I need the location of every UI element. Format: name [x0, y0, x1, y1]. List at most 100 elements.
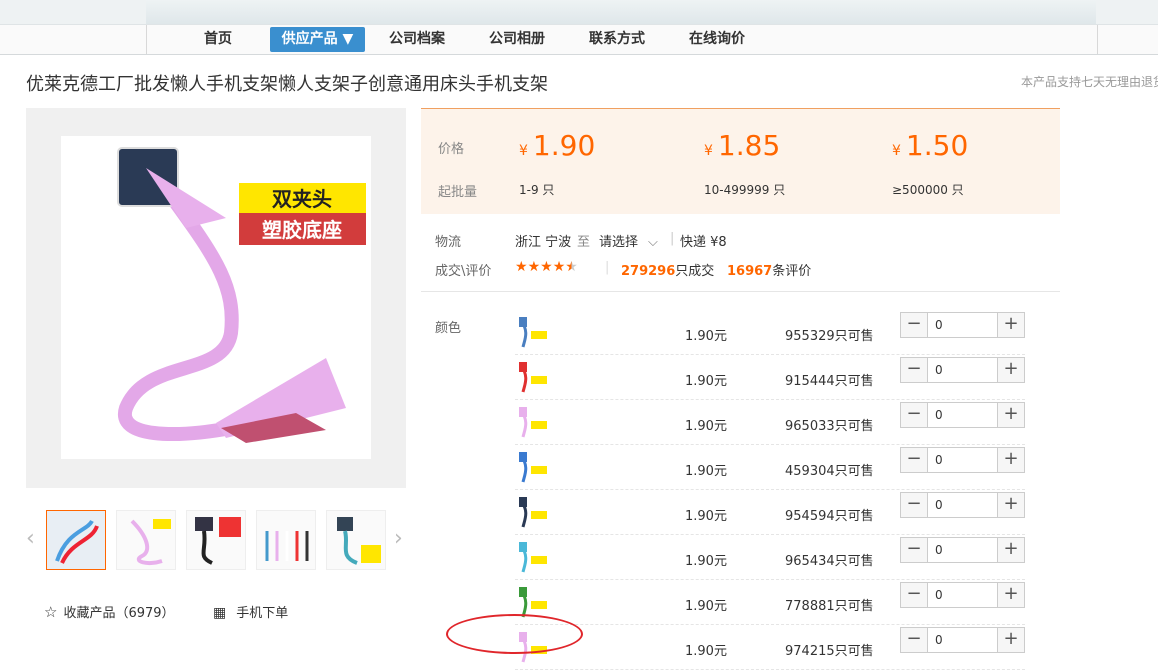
minus-icon[interactable]: −: [901, 583, 928, 607]
sku-price: 1.90元: [685, 509, 727, 524]
sku-price: 1.90元: [685, 554, 727, 569]
sku-thumbnail[interactable]: [515, 360, 551, 396]
divider: |: [670, 231, 675, 246]
minus-icon[interactable]: −: [901, 313, 928, 337]
price-tier-1: ¥1.90: [519, 129, 596, 162]
half-star-icon: ★: [565, 259, 578, 275]
quantity-stepper: −0 +: [900, 492, 1025, 518]
chevron-left-icon[interactable]: ‹: [26, 526, 35, 551]
quantity-input[interactable]: 0: [935, 543, 943, 557]
divider: |: [605, 260, 610, 275]
thumbnail-strip: ‹ ›: [26, 508, 416, 572]
star-icon: ★: [540, 259, 553, 275]
plus-icon[interactable]: +: [997, 628, 1024, 652]
favorite-label: 收藏产品（6979）: [63, 606, 175, 621]
sku-thumbnail[interactable]: [515, 495, 551, 531]
thumbnail[interactable]: [46, 510, 106, 570]
price-panel: 价格 起批量 ¥1.90 ¥1.85 ¥1.50 1-9 只 10-499999…: [421, 108, 1060, 214]
quantity-input[interactable]: 0: [935, 318, 943, 332]
sku-stock: 974215只可售: [785, 644, 874, 659]
minus-icon[interactable]: −: [901, 403, 928, 427]
sku-thumbnail[interactable]: [515, 405, 551, 441]
quantity-input[interactable]: 0: [935, 588, 943, 602]
range-tier-1: 1-9 只: [519, 183, 555, 197]
sku-stock: 778881只可售: [785, 599, 874, 614]
plus-icon[interactable]: +: [997, 493, 1024, 517]
sku-thumbnail[interactable]: [515, 540, 551, 576]
minus-icon[interactable]: −: [901, 358, 928, 382]
sku-price: 1.90元: [685, 329, 727, 344]
plus-icon[interactable]: +: [997, 403, 1024, 427]
plus-icon[interactable]: +: [997, 358, 1024, 382]
quantity-stepper: −0 +: [900, 447, 1025, 473]
minus-icon[interactable]: −: [901, 628, 928, 652]
nav-home[interactable]: 首页: [193, 25, 243, 54]
sku-thumbnail[interactable]: [515, 315, 551, 351]
chevron-down-icon: ⌵: [648, 235, 658, 250]
to-text: 至: [577, 235, 591, 250]
plus-icon[interactable]: +: [997, 313, 1024, 337]
sku-row: 1.90元 955329只可售 −0 +: [515, 309, 1025, 355]
quantity-input[interactable]: 0: [935, 408, 943, 422]
sku-stock: 915444只可售: [785, 374, 874, 389]
reviews-label: 成交\评价: [435, 264, 492, 279]
product-main-image[interactable]: 双夹头 塑胶底座: [26, 108, 406, 488]
star-icon: ★: [527, 259, 541, 275]
star-icon: ★: [552, 259, 566, 275]
origin-text: 浙江 宁波: [515, 235, 572, 250]
thumbnail[interactable]: [256, 510, 316, 570]
thumbnail[interactable]: [116, 510, 176, 570]
sku-row: 1.90元 965434只可售 −0 +: [515, 534, 1025, 580]
image-caption-2: 塑胶底座: [262, 218, 342, 242]
rating-stars: ★★★★★: [515, 259, 578, 275]
sku-stock: 955329只可售: [785, 329, 874, 344]
destination-select[interactable]: 请选择 ⌵: [599, 231, 658, 250]
plus-icon[interactable]: +: [997, 538, 1024, 562]
quantity-stepper: −0 +: [900, 582, 1025, 608]
sku-stock: 965434只可售: [785, 554, 874, 569]
sku-row: 1.90元 459304只可售 −0 +: [515, 444, 1025, 490]
main-nav: 首页 供应产品 ▼ 公司档案 公司相册 联系方式 在线询价: [0, 24, 1158, 55]
banner-image: [146, 0, 1096, 24]
minus-icon[interactable]: −: [901, 538, 928, 562]
qr-code-icon: ▦: [213, 605, 227, 621]
price-tier-2: ¥1.85: [704, 129, 781, 162]
minus-icon[interactable]: −: [901, 493, 928, 517]
thumbnail[interactable]: [326, 510, 386, 570]
sku-price: 1.90元: [685, 374, 727, 389]
quantity-input[interactable]: 0: [935, 633, 943, 647]
nav-inquiry[interactable]: 在线询价: [685, 25, 749, 54]
plus-icon[interactable]: +: [997, 583, 1024, 607]
top-banner: [0, 0, 1158, 24]
minus-icon[interactable]: −: [901, 448, 928, 472]
nav-company-profile[interactable]: 公司档案: [385, 25, 449, 54]
sku-row: 1.90元 778881只可售 −0 +: [515, 579, 1025, 625]
quantity-input[interactable]: 0: [935, 498, 943, 512]
logistics-label: 物流: [435, 235, 462, 250]
favorite-button[interactable]: ☆ 收藏产品（6979）: [44, 602, 175, 621]
sku-price: 1.90元: [685, 419, 727, 434]
sku-row: 1.90元 954594只可售 −0 +: [515, 489, 1025, 535]
image-caption-1: 双夹头: [272, 187, 332, 211]
quantity-input[interactable]: 0: [935, 363, 943, 377]
review-count[interactable]: 16967条评价: [727, 260, 811, 279]
range-tier-3: ≥500000 只: [892, 183, 964, 197]
plus-icon[interactable]: +: [997, 448, 1024, 472]
chevron-right-icon[interactable]: ›: [394, 526, 403, 551]
nav-products[interactable]: 供应产品 ▼: [270, 27, 365, 52]
nav-company-album[interactable]: 公司相册: [485, 25, 549, 54]
star-icon: ★: [515, 259, 528, 275]
range-tier-2: 10-499999 只: [704, 183, 786, 197]
price-tier-3: ¥1.50: [892, 129, 969, 162]
quantity-stepper: −0 +: [900, 402, 1025, 428]
sku-price: 1.90元: [685, 599, 727, 614]
sold-count[interactable]: 279296只成交: [621, 260, 714, 279]
thumbnail[interactable]: [186, 510, 246, 570]
quantity-input[interactable]: 0: [935, 453, 943, 467]
nav-contact[interactable]: 联系方式: [585, 25, 649, 54]
color-label: 颜色: [435, 321, 462, 336]
sku-price: 1.90元: [685, 644, 727, 659]
page-title: 优莱克德工厂批发懒人手机支架懒人支架子创意通用床头手机支架: [26, 74, 548, 95]
sku-thumbnail[interactable]: [515, 450, 551, 486]
mobile-order-button[interactable]: ▦ 手机下单: [213, 602, 288, 621]
